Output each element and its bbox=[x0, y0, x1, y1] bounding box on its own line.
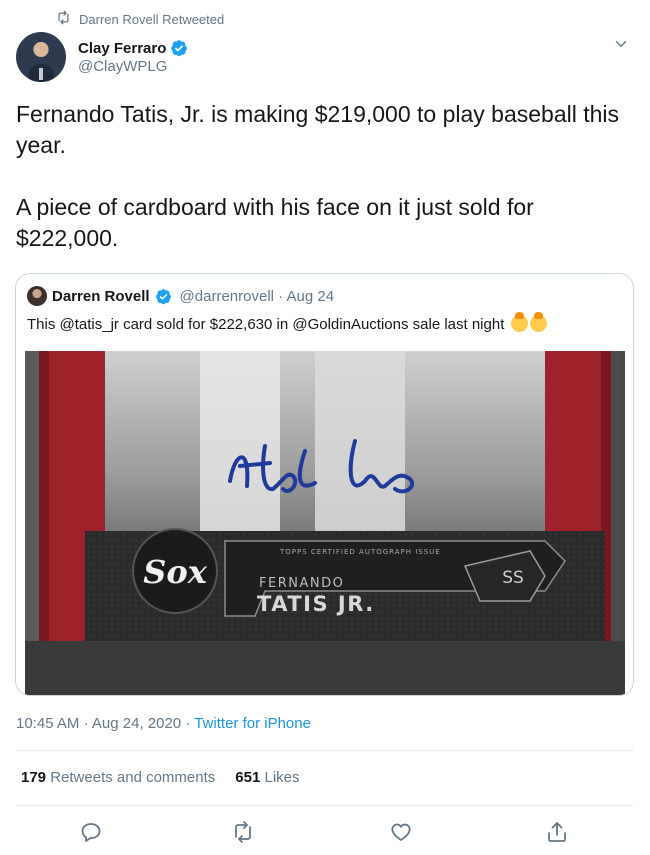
author-handle[interactable]: @ClayWPLG bbox=[78, 58, 188, 75]
retweet-context[interactable]: Darren Rovell Retweeted bbox=[56, 10, 224, 28]
chevron-down-icon[interactable] bbox=[612, 35, 630, 53]
verified-badge-icon bbox=[170, 39, 188, 57]
likes-stat[interactable]: 651 Likes bbox=[235, 769, 299, 786]
tweet-author: Clay Ferraro @ClayWPLG bbox=[16, 31, 634, 83]
retweets-stat[interactable]: 179 Retweets and comments bbox=[21, 769, 215, 786]
divider bbox=[16, 750, 634, 751]
retweet-icon bbox=[56, 10, 71, 28]
share-icon[interactable] bbox=[545, 820, 569, 844]
quoted-date: Aug 24 bbox=[286, 287, 335, 305]
avatar[interactable] bbox=[16, 32, 66, 82]
exploding-head-emoji-icon bbox=[510, 312, 528, 332]
card-position: SS bbox=[502, 568, 524, 588]
tweet-actions bbox=[0, 812, 650, 852]
card-first-name: FERNANDO bbox=[259, 576, 344, 591]
tweet-text: Fernando Tatis, Jr. is making $219,000 t… bbox=[16, 99, 626, 254]
like-icon[interactable] bbox=[389, 820, 413, 844]
retweet-icon[interactable] bbox=[231, 820, 255, 844]
tweet-date[interactable]: Aug 24, 2020 bbox=[92, 715, 181, 732]
avatar bbox=[27, 286, 47, 306]
card-issue-text: TOPPS CERTIFIED AUTOGRAPH ISSUE bbox=[279, 548, 441, 556]
tweet-source-link[interactable]: Twitter for iPhone bbox=[194, 715, 311, 732]
retweet-label: Darren Rovell Retweeted bbox=[79, 11, 225, 27]
tweet-paragraph: Fernando Tatis, Jr. is making $219,000 t… bbox=[16, 101, 620, 158]
exploding-head-emoji-icon bbox=[529, 312, 547, 332]
author-name[interactable]: Clay Ferraro bbox=[78, 40, 166, 57]
tweet-time[interactable]: 10:45 AM bbox=[16, 715, 79, 732]
quoted-author-handle: @darrenrovell bbox=[179, 287, 274, 305]
tweet-stats: 179 Retweets and comments 651 Likes bbox=[21, 769, 300, 786]
quoted-author-name: Darren Rovell bbox=[52, 287, 150, 305]
tweet-paragraph: A piece of cardboard with his face on it… bbox=[16, 194, 534, 251]
tweet-timestamp: 10:45 AM · Aug 24, 2020 · Twitter for iP… bbox=[16, 715, 311, 732]
quoted-tweet[interactable]: Darren Rovell @darrenrovell · Aug 24 Thi… bbox=[15, 273, 634, 696]
reply-icon[interactable] bbox=[79, 820, 103, 844]
divider bbox=[16, 805, 634, 806]
quoted-text: This @tatis_jr card sold for $222,630 in… bbox=[27, 312, 547, 333]
card-last-name: TATIS JR. bbox=[257, 592, 375, 616]
verified-badge-icon bbox=[155, 288, 172, 305]
team-logo: Sox bbox=[143, 553, 207, 591]
trading-card-photo[interactable]: Sox TOPPS CERTIFIED AUTOGRAPH ISSUE FERN… bbox=[25, 351, 625, 695]
